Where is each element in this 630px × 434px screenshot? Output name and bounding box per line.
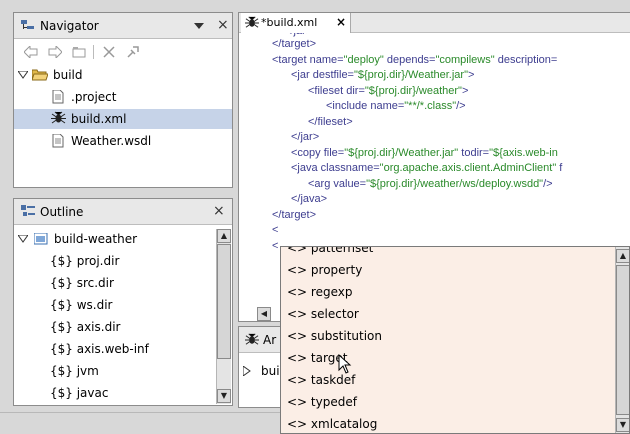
assist-item[interactable]: <> property <box>287 259 362 281</box>
folder-open-icon <box>32 69 48 81</box>
content-assist-popup: <> patternset <> property <> regexp <> s… <box>280 246 630 434</box>
tree-item-weather-wsdl[interactable]: Weather.wsdl <box>14 131 232 151</box>
tree-item-build[interactable]: build <box>14 65 232 85</box>
assist-item-label: <> substitution <box>287 329 382 343</box>
navigator-title-bar: Navigator × <box>14 13 232 39</box>
tree-item-label: Weather.wsdl <box>71 134 152 148</box>
scroll-thumb[interactable] <box>217 244 231 359</box>
navigator-panel: Navigator × build .project build.xml Wea… <box>13 12 233 188</box>
code-line: <java classname="org.apache.axis.client.… <box>291 162 563 174</box>
code-line: </java> <box>291 193 328 205</box>
assist-item[interactable]: <> selector <box>287 303 359 325</box>
expand-arrow-icon[interactable] <box>18 71 28 79</box>
code-line: <include name="**/*.class"/> <box>326 100 466 112</box>
ant-icon <box>245 333 259 345</box>
tree-item-label: build.xml <box>71 112 127 126</box>
assist-item-label: <> property <box>287 263 363 277</box>
assist-item[interactable]: <> patternset <box>287 246 374 259</box>
up-folder-icon[interactable] <box>72 46 86 58</box>
tab-close-icon[interactable]: × <box>336 15 346 29</box>
ant-icon <box>245 16 259 28</box>
project-icon <box>34 233 48 245</box>
tree-item-label: build <box>53 68 83 82</box>
outline-item[interactable]: {$} ws.dir <box>50 295 112 315</box>
outline-item-label: {$} jvm <box>50 364 99 378</box>
assist-item-label: <> regexp <box>287 285 353 299</box>
outline-icon <box>21 205 35 216</box>
assist-item-label: <> xmlcatalog <box>287 417 378 431</box>
file-icon <box>52 90 64 104</box>
outline-item-label: {$} proj.dir <box>50 254 120 268</box>
scroll-thumb[interactable] <box>616 265 629 415</box>
navigator-close-icon[interactable]: × <box>217 17 229 33</box>
scroll-down-button[interactable]: ▼ <box>616 418 629 432</box>
editor-tab-bar: *build.xml × <box>239 13 630 33</box>
code-line: <copy file="${proj.dir}/Weather.jar" tod… <box>291 146 558 159</box>
outline-item[interactable]: {$} axis.web-inf <box>50 339 149 359</box>
editor-tab-label: *build.xml <box>261 16 318 29</box>
code-line: </fileset> <box>308 115 353 128</box>
expand-arrow-icon[interactable] <box>18 235 28 243</box>
outline-item[interactable]: {$} javac <box>50 383 108 403</box>
outline-item-label: {$} src.dir <box>50 276 114 290</box>
ant-icon <box>51 111 66 124</box>
assist-item-label: <> selector <box>287 307 359 321</box>
outline-root-label: build-weather <box>54 232 138 246</box>
outline-item[interactable]: {$} proj.dir <box>50 251 119 271</box>
view-menu-icon[interactable] <box>194 23 204 30</box>
code-line: < <box>272 239 279 252</box>
assist-item-label: <> patternset <box>287 246 374 255</box>
scroll-up-button[interactable]: ▲ <box>217 229 231 243</box>
outline-item-label: {$} axis.web-inf <box>50 342 149 356</box>
outline-item[interactable]: {$} jvm <box>50 361 99 381</box>
tree-item-build-xml[interactable]: build.xml <box>14 109 232 129</box>
collapse-all-icon[interactable] <box>102 45 116 59</box>
outline-title-bar: Outline × <box>14 199 232 225</box>
assist-item[interactable]: <> regexp <box>287 281 352 303</box>
code-line: </target> <box>272 38 317 50</box>
outline-root[interactable]: build-weather <box>14 229 214 249</box>
code-line: <fileset dir="${proj.dir}/weather"> <box>308 84 469 97</box>
code-line: </jar> <box>291 131 320 143</box>
navigator-title: Navigator <box>40 19 99 33</box>
outline-scrollbar[interactable]: ▲ ▼ <box>216 229 231 404</box>
scroll-up-button[interactable]: ▲ <box>616 249 629 263</box>
assist-item[interactable]: <> typedef <box>287 391 357 413</box>
outline-panel: Outline × build-weather {$} proj.dir {$}… <box>13 198 233 406</box>
toolbar-separator <box>93 45 94 59</box>
tree-item-label: .project <box>71 90 117 104</box>
back-icon[interactable] <box>24 46 38 58</box>
ant-build-label: bui <box>261 364 280 378</box>
scroll-left-button[interactable]: ◀ <box>257 307 271 321</box>
forward-icon[interactable] <box>48 46 62 58</box>
code-line: <arg value="${proj.dir}/weather/ws/deplo… <box>308 177 553 190</box>
outline-title: Outline <box>40 205 84 219</box>
tree-item-project[interactable]: .project <box>14 87 232 107</box>
editor-tab[interactable]: *build.xml × <box>241 13 351 33</box>
navigator-icon <box>21 20 34 29</box>
expand-arrow-icon[interactable] <box>243 366 251 376</box>
scroll-down-button[interactable]: ▼ <box>217 389 231 403</box>
code-line: <target name="deploy" depends="compilews… <box>272 53 558 66</box>
outline-item[interactable]: {$} axis.dir <box>50 317 120 337</box>
assist-item-label: <> typedef <box>287 395 357 409</box>
file-icon <box>52 134 64 148</box>
outline-item[interactable]: {$} src.dir <box>50 273 114 293</box>
assist-item[interactable]: <> substitution <box>287 325 382 347</box>
outline-item-label: {$} ws.dir <box>50 298 113 312</box>
navigator-toolbar <box>14 41 232 63</box>
code-line: < <box>272 224 279 236</box>
assist-item-label: <> taskdef <box>287 373 356 387</box>
ant-tab-label: Ar <box>263 333 277 347</box>
assist-item[interactable]: <> xmlcatalog <box>287 413 378 433</box>
outline-close-icon[interactable]: × <box>213 203 225 219</box>
link-editor-icon[interactable] <box>126 45 140 59</box>
code-line: <jar destfile="${proj.dir}/Weather.jar"> <box>291 69 475 81</box>
mouse-cursor-icon <box>338 354 352 374</box>
code-line: </target> <box>272 208 317 221</box>
outline-item-label: {$} javac <box>50 386 109 400</box>
assist-scrollbar[interactable]: ▲ ▼ <box>615 247 629 433</box>
outline-item-label: {$} axis.dir <box>50 320 121 334</box>
